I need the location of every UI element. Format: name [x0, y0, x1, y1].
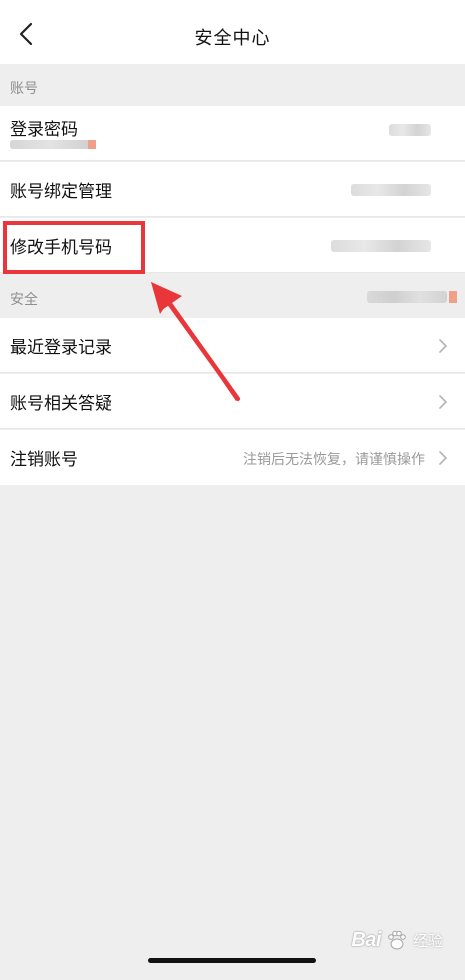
section-label: 安全	[10, 292, 38, 308]
chevron-right-icon	[437, 449, 449, 467]
cancel-account-hint: 注销后无法恢复，请谨慎操作	[243, 452, 425, 468]
row-label: 登录密码	[10, 120, 78, 140]
row-account-faq[interactable]: 账号相关答疑	[0, 374, 465, 429]
section-header-account: 账号	[0, 64, 465, 106]
row-change-phone[interactable]: 修改手机号码	[0, 218, 465, 273]
row-account-binding[interactable]: 账号绑定管理	[0, 162, 465, 217]
blurred-value	[331, 240, 431, 252]
row-label: 账号相关答疑	[10, 394, 112, 414]
row-recent-login[interactable]: 最近登录记录	[0, 318, 465, 373]
section-header-security: 安全	[0, 275, 465, 317]
chevron-right-icon	[437, 393, 449, 411]
page-title: 安全中心	[194, 28, 271, 49]
row-label: 修改手机号码	[10, 238, 112, 258]
baidu-jingyan-watermark: Bai 经验	[351, 926, 443, 954]
row-label: 注销账号	[10, 450, 78, 470]
blurred-value	[367, 291, 457, 303]
blurred-value	[389, 124, 431, 136]
blurred-value	[351, 184, 431, 196]
watermark-brand: Bai	[351, 928, 381, 951]
section-label: 账号	[10, 81, 38, 97]
row-label: 最近登录记录	[10, 338, 112, 358]
nav-bar: 安全中心	[0, 0, 465, 64]
blurred-subtext	[10, 140, 96, 149]
watermark-suffix: 经验	[412, 931, 443, 950]
chevron-right-icon	[437, 337, 449, 355]
baidu-paw-icon	[388, 930, 406, 950]
row-label: 账号绑定管理	[10, 182, 112, 202]
row-login-password[interactable]: 登录密码	[0, 106, 465, 161]
home-indicator	[148, 958, 316, 963]
row-cancel-account[interactable]: 注销账号 注销后无法恢复，请谨慎操作	[0, 430, 465, 485]
